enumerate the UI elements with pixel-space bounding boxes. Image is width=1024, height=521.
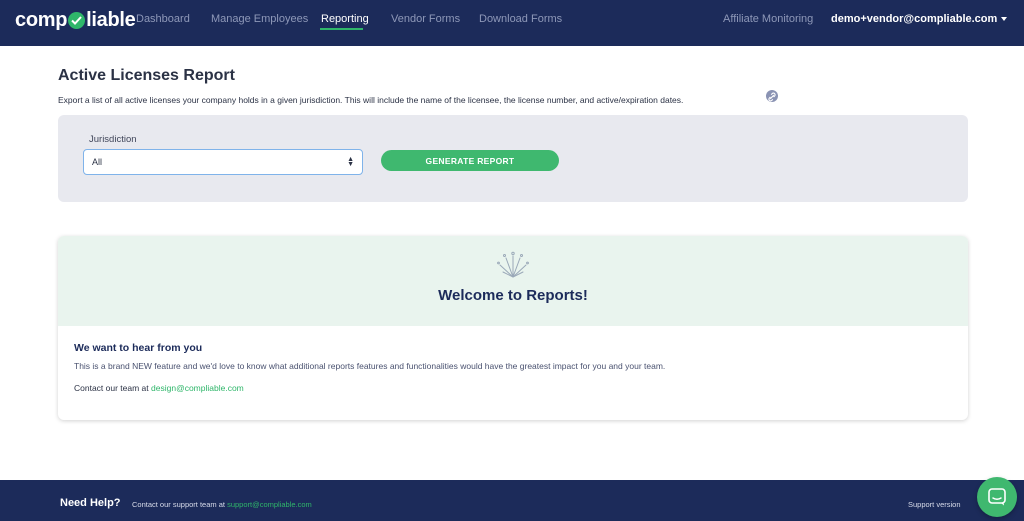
firework-icon (497, 251, 529, 278)
page-description: Export a list of all active licenses you… (58, 95, 684, 105)
logo-text-left: comp (15, 9, 68, 31)
chat-launcher-button[interactable] (977, 477, 1017, 517)
jurisdiction-selected-value: All (92, 157, 103, 167)
jurisdiction-label: Jurisdiction (89, 134, 137, 145)
support-version-link[interactable]: Support version (908, 500, 961, 509)
welcome-card: Welcome to Reports! We want to hear from… (58, 236, 968, 420)
nav-link-download-forms[interactable]: Download Forms (479, 13, 562, 25)
user-email: demo+vendor@compliable.com (831, 13, 998, 25)
compliable-logo[interactable]: comp liable (15, 9, 136, 32)
nav-link-affiliate-monitoring[interactable]: Affiliate Monitoring (723, 13, 813, 25)
user-menu-dropdown[interactable]: demo+vendor@compliable.com (831, 13, 1008, 25)
active-nav-indicator (320, 28, 363, 30)
logo-check-icon (68, 12, 86, 29)
caret-down-icon (1001, 17, 1008, 21)
top-navbar: comp liable Dashboard Manage Employees R… (0, 0, 1024, 46)
support-email-link[interactable]: support@compliable.com (227, 500, 312, 509)
logo-text-right: liable (86, 9, 136, 31)
feedback-text: This is a brand NEW feature and we'd lov… (74, 361, 666, 371)
chat-icon (988, 488, 1006, 506)
page-title: Active Licenses Report (58, 67, 235, 84)
contact-prefix: Contact our team at (74, 383, 149, 393)
contact-line: Contact our team at design@compliable.co… (74, 383, 244, 393)
select-arrows-icon: ▲ ▼ (347, 156, 354, 168)
footer-contact: Contact our support team at support@comp… (132, 500, 312, 509)
nav-link-reporting[interactable]: Reporting (321, 13, 369, 25)
report-filter-panel: Jurisdiction All ▲ ▼ GENERATE REPORT (58, 115, 968, 202)
feedback-heading: We want to hear from you (74, 342, 203, 354)
design-email-link[interactable]: design@compliable.com (151, 383, 244, 393)
nav-link-manage-employees[interactable]: Manage Employees (211, 13, 308, 25)
footer: Need Help? Contact our support team at s… (0, 480, 1024, 521)
need-help-heading: Need Help? (60, 497, 121, 509)
welcome-banner: Welcome to Reports! (58, 236, 968, 326)
footer-contact-prefix: Contact our support team at (132, 500, 225, 509)
link-icon[interactable] (766, 90, 778, 102)
jurisdiction-select[interactable]: All ▲ ▼ (83, 149, 363, 175)
nav-link-dashboard[interactable]: Dashboard (136, 13, 190, 25)
nav-link-vendor-forms[interactable]: Vendor Forms (391, 13, 460, 25)
generate-report-button[interactable]: GENERATE REPORT (381, 150, 559, 171)
welcome-title: Welcome to Reports! (438, 287, 588, 304)
